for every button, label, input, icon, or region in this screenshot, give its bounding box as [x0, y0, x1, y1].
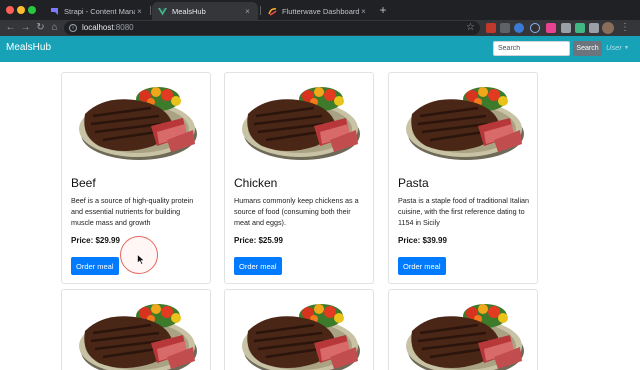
- bookmark-star-icon[interactable]: ☆: [466, 21, 475, 35]
- meal-title: Chicken: [234, 176, 278, 190]
- tab-close-icon[interactable]: ×: [135, 7, 144, 16]
- flutterwave-favicon-icon: [268, 7, 277, 16]
- meal-description: Pasta is a staple food of traditional It…: [398, 196, 530, 227]
- order-meal-button[interactable]: Order meal: [71, 257, 119, 275]
- tab-close-icon[interactable]: ×: [243, 7, 252, 16]
- browser-tab-bar: Strapi - Content Manager × MealsHub × Fl…: [0, 0, 640, 20]
- browser-tab-mealshub[interactable]: MealsHub ×: [152, 2, 258, 20]
- meal-image: [226, 74, 374, 166]
- user-dropdown[interactable]: User ▼: [606, 43, 629, 52]
- new-tab-button[interactable]: +: [376, 3, 390, 17]
- meal-price: Price: $39.99: [398, 236, 447, 245]
- profile-avatar[interactable]: [602, 22, 614, 34]
- meal-image: [63, 74, 211, 166]
- site-info-icon[interactable]: i: [69, 24, 77, 32]
- extension-icon[interactable]: [561, 23, 571, 33]
- forward-icon[interactable]: →: [19, 21, 32, 35]
- tab-separator: [150, 6, 151, 15]
- browser-menu-icon[interactable]: ⋮: [620, 21, 630, 35]
- vue-favicon-icon: [158, 7, 167, 16]
- meal-price: Price: $25.99: [234, 236, 283, 245]
- reload-icon[interactable]: ↻: [34, 21, 47, 35]
- meal-title: Beef: [71, 176, 96, 190]
- meal-image: [226, 291, 374, 370]
- meal-description: Beef is a source of high-quality protein…: [71, 196, 194, 227]
- tab-close-icon[interactable]: ×: [359, 7, 368, 16]
- chevron-down-icon: ▼: [623, 45, 629, 52]
- window-minimize-button[interactable]: [17, 6, 25, 14]
- extension-icon[interactable]: [486, 23, 496, 33]
- tab-title: Strapi - Content Manager: [64, 6, 135, 16]
- react-devtools-icon[interactable]: [530, 23, 540, 33]
- url-text: localhost:8080: [82, 23, 134, 32]
- order-meal-button[interactable]: Order meal: [234, 257, 282, 275]
- brand-logo-text[interactable]: MealsHub: [6, 42, 51, 53]
- vue-devtools-icon[interactable]: [575, 23, 585, 33]
- meal-card: [388, 289, 538, 370]
- tab-separator: [260, 6, 261, 15]
- meal-card-pasta: Pasta Pasta is a staple food of traditio…: [388, 72, 538, 284]
- browser-toolbar: ← → ↻ ⌂ i localhost:8080 ☆ ⋮: [0, 20, 640, 36]
- meal-card: [224, 289, 374, 370]
- app-navbar: MealsHub Search User ▼: [0, 36, 640, 62]
- order-meal-button[interactable]: Order meal: [398, 257, 446, 275]
- extension-icon[interactable]: [514, 23, 524, 33]
- extension-icon[interactable]: [546, 23, 556, 33]
- meal-card-chicken: Chicken Humans commonly keep chickens as…: [224, 72, 374, 284]
- strapi-favicon-icon: [50, 7, 59, 16]
- meals-grid: Beef Beef is a source of high-quality pr…: [0, 62, 640, 370]
- extension-icon[interactable]: [500, 23, 510, 33]
- search-input[interactable]: [493, 41, 570, 56]
- window-close-button[interactable]: [6, 6, 14, 14]
- address-bar[interactable]: i localhost:8080 ☆: [64, 21, 480, 35]
- meal-image: [390, 291, 538, 370]
- back-icon[interactable]: ←: [4, 21, 17, 35]
- meal-card: [61, 289, 211, 370]
- meal-image: [63, 291, 211, 370]
- tab-title: MealsHub: [172, 6, 206, 16]
- home-icon[interactable]: ⌂: [48, 21, 61, 35]
- meal-description: Humans commonly keep chickens as a sourc…: [234, 196, 359, 227]
- browser-tab-flutterwave[interactable]: Flutterwave Dashboard ×: [262, 2, 374, 20]
- meal-image: [390, 74, 538, 166]
- meal-title: Pasta: [398, 176, 429, 190]
- tab-title: Flutterwave Dashboard: [282, 6, 359, 16]
- meal-price: Price: $29.99: [71, 236, 120, 245]
- window-maximize-button[interactable]: [28, 6, 36, 14]
- user-dropdown-label: User: [606, 43, 622, 52]
- mouse-pointer-icon: [137, 254, 145, 265]
- browser-tab-strapi[interactable]: Strapi - Content Manager ×: [44, 2, 150, 20]
- search-button[interactable]: Search: [573, 41, 602, 56]
- extension-icon[interactable]: [589, 23, 599, 33]
